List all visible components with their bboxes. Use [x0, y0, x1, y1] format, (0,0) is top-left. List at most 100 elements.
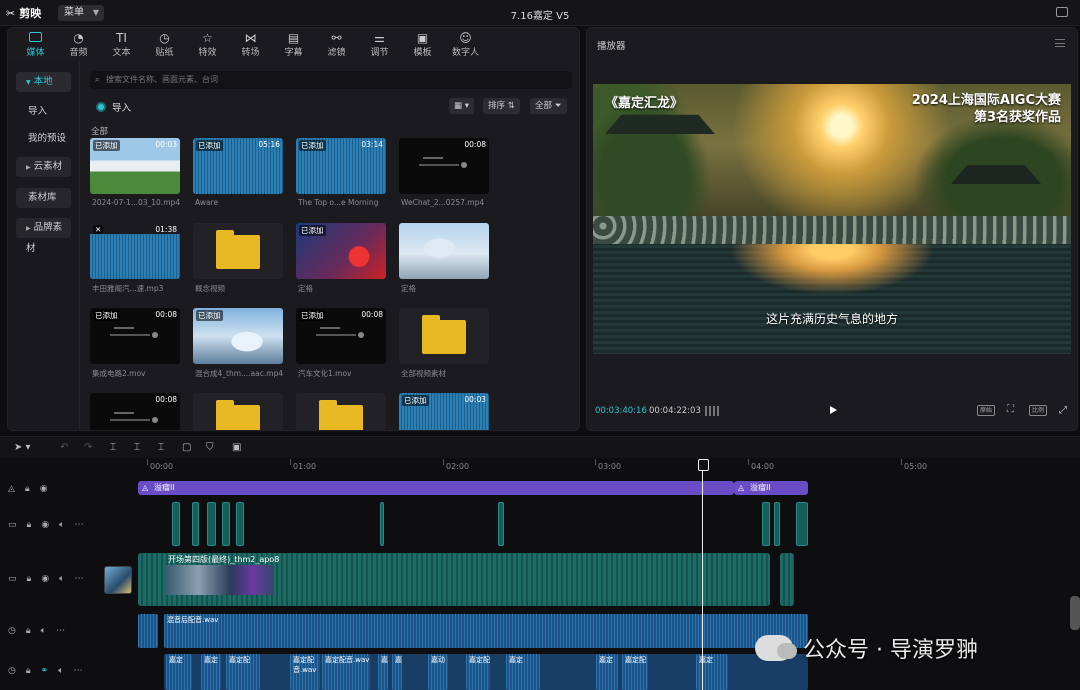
ratio-button[interactable]: 比例 [1029, 405, 1048, 416]
sort-button[interactable]: 排序 ⇅ [483, 98, 520, 114]
menu-icon[interactable] [1055, 39, 1065, 47]
trim-left-icon[interactable]: ⌶ [134, 442, 140, 453]
play-icon[interactable] [830, 406, 837, 414]
media-item[interactable]: 00:08 WeChat_2...0257.mp4 [399, 138, 489, 207]
sidebar-item-brand[interactable]: ▶ 品牌素材 [16, 218, 71, 254]
volume-icon[interactable]: 🔈︎ [58, 666, 63, 676]
sidebar-item-library[interactable]: 素材库 [16, 188, 71, 208]
eye-icon[interactable]: ◉ [40, 484, 48, 494]
tab-audio[interactable]: ◔ 音频 [57, 28, 100, 60]
media-item[interactable]: 已添加 05:16 Aware [193, 138, 283, 207]
tab-avatar[interactable]: ☺ 数字人 [444, 28, 487, 60]
voice-clip[interactable]: 嘉定配 [226, 654, 260, 690]
lock-icon[interactable]: 🔒︎ [27, 520, 32, 530]
tab-text[interactable]: TI 文本 [100, 28, 143, 60]
undo-icon[interactable]: ↶ [60, 442, 68, 453]
media-item[interactable]: 已添加 00:08 汽车文化1.mov [296, 308, 386, 379]
tab-caption[interactable]: ▤ 字幕 [272, 28, 315, 60]
timeline-ruler[interactable]: 00:00 01:00 02:00 03:00 04:00 05:00 [138, 459, 1080, 473]
voice-clip[interactable]: 嘉 [378, 654, 388, 690]
fit-screen-icon[interactable]: ⛶ [1005, 405, 1016, 416]
more-icon[interactable]: ⋯ [75, 574, 84, 584]
overlay-clip[interactable] [222, 502, 230, 546]
sidebar-item-local[interactable]: ▼ 本地 [16, 72, 71, 92]
more-icon[interactable]: ⋯ [75, 520, 84, 530]
effect-clip[interactable]: 溢瘤II [734, 481, 808, 495]
media-item[interactable] [296, 393, 386, 430]
media-item[interactable]: 定格 [399, 223, 489, 294]
voice-clip[interactable]: 嘉定 [166, 654, 192, 690]
volume-icon[interactable]: 🔈︎ [59, 520, 64, 530]
import-button[interactable]: 导入 [96, 100, 131, 114]
sidebar-item-import[interactable]: 导入 [16, 102, 71, 122]
media-item[interactable]: 已添加 03:14 The Top o...e Morning [296, 138, 386, 207]
overlay-clip[interactable] [236, 502, 244, 546]
sidebar-item-presets[interactable]: 我的预设 [16, 129, 71, 149]
overlay-clip[interactable] [172, 502, 180, 546]
media-item[interactable]: 已添加 定格 [296, 223, 386, 294]
voice-clip[interactable]: 嘉定 [506, 654, 540, 690]
volume-icon[interactable]: 🔈︎ [41, 626, 46, 636]
audio-clip[interactable] [138, 614, 158, 648]
delete-icon[interactable]: ▢ [182, 442, 191, 453]
eye-icon[interactable]: ◉ [41, 574, 49, 584]
voice-clip[interactable]: 嘉定配音.wav [290, 654, 320, 690]
lock-icon[interactable]: 🔒︎ [26, 626, 31, 636]
overlay-clip[interactable] [498, 502, 504, 546]
link-icon[interactable]: ⚭ [41, 666, 49, 676]
timecode-grid-icon[interactable] [705, 406, 719, 416]
filter-button[interactable]: 全部 ⏷ [530, 98, 567, 114]
tab-filter[interactable]: ⚯ 滤镜 [315, 28, 358, 60]
tab-effects[interactable]: ☆ 特效 [186, 28, 229, 60]
media-item[interactable]: ✕ 01:38 丰田雅阁汽...速.mp3 [90, 223, 180, 294]
media-item[interactable]: 概念视频 [193, 223, 283, 294]
voice-clip[interactable]: 嘉定配 [622, 654, 648, 690]
voice-clip[interactable]: 嘉定配音.wav [322, 654, 370, 690]
overlay-clip[interactable] [207, 502, 216, 546]
more-icon[interactable]: ⋯ [74, 666, 83, 676]
playhead[interactable] [698, 459, 709, 690]
track-cover-thumbnail[interactable] [104, 566, 132, 594]
lock-icon[interactable]: 🔒︎ [27, 574, 32, 584]
overlay-clip[interactable] [192, 502, 199, 546]
eye-icon[interactable]: ◉ [41, 520, 49, 530]
overlay-clip[interactable] [762, 502, 770, 546]
screenshot-icon[interactable]: ▣ [232, 442, 241, 453]
fullscreen-icon[interactable]: ⤢ [1059, 405, 1067, 416]
voice-clip[interactable]: 嘉 [392, 654, 402, 690]
more-icon[interactable]: ⋯ [56, 626, 65, 636]
trim-right-icon[interactable]: ⌶ [158, 442, 164, 453]
split-icon[interactable]: ⌶ [110, 442, 116, 453]
voice-clip[interactable]: 嘉动 [428, 654, 448, 690]
voice-clip[interactable]: 嘉定 [201, 654, 221, 690]
media-item[interactable]: 已添加 00:03 2024-07-1...03_10.mp4 [90, 138, 180, 207]
media-item[interactable]: 已添加 00:08 集成电路2.mov [90, 308, 180, 379]
media-item[interactable]: 已添加 00:03 [399, 393, 489, 430]
overlay-clip[interactable] [796, 502, 808, 546]
tab-adjust[interactable]: ⚌ 调节 [358, 28, 401, 60]
voice-clip[interactable]: 嘉定 [596, 654, 618, 690]
shield-icon[interactable]: ⛉ [206, 442, 214, 453]
video-preview[interactable]: 《嘉定汇龙》 2024上海国际AIGC大赛 第3名获奖作品 这片充满历史气息的地方 [593, 84, 1071, 354]
media-item[interactable] [193, 393, 283, 430]
tab-media[interactable]: 媒体 [14, 28, 57, 60]
lock-icon[interactable]: 🔒︎ [26, 666, 31, 676]
voice-clip[interactable]: 嘉定 [696, 654, 728, 690]
sidebar-item-cloud[interactable]: ▶ 云素材 [16, 157, 71, 177]
vertical-scrollbar[interactable] [1070, 596, 1080, 630]
search-input[interactable]: ⌕ 搜索文件名称、画面元素、台词 [90, 71, 572, 89]
view-toggle-button[interactable]: ▦ ▾ [449, 98, 474, 114]
audio-clip[interactable]: 混音后配音.wav [164, 614, 808, 648]
main-video-clip[interactable]: 开场第四版(最终)_thm2_apo8 [138, 553, 770, 606]
redo-icon[interactable]: ↷ [84, 442, 92, 453]
tab-template[interactable]: ▣ 模板 [401, 28, 444, 60]
media-item[interactable]: 全部视频素材 [399, 308, 489, 379]
overlay-clip[interactable] [774, 502, 780, 546]
tab-sticker[interactable]: ◷ 贴纸 [143, 28, 186, 60]
overlay-clip[interactable] [380, 502, 384, 546]
select-pointer-icon[interactable]: ➤ ▾ [14, 442, 31, 453]
lock-icon[interactable]: 🔒︎ [25, 484, 30, 494]
effect-clip[interactable]: 溢瘤II [138, 481, 734, 495]
original-button[interactable]: 原始 [977, 405, 996, 416]
tab-transition[interactable]: ⋈ 转场 [229, 28, 272, 60]
